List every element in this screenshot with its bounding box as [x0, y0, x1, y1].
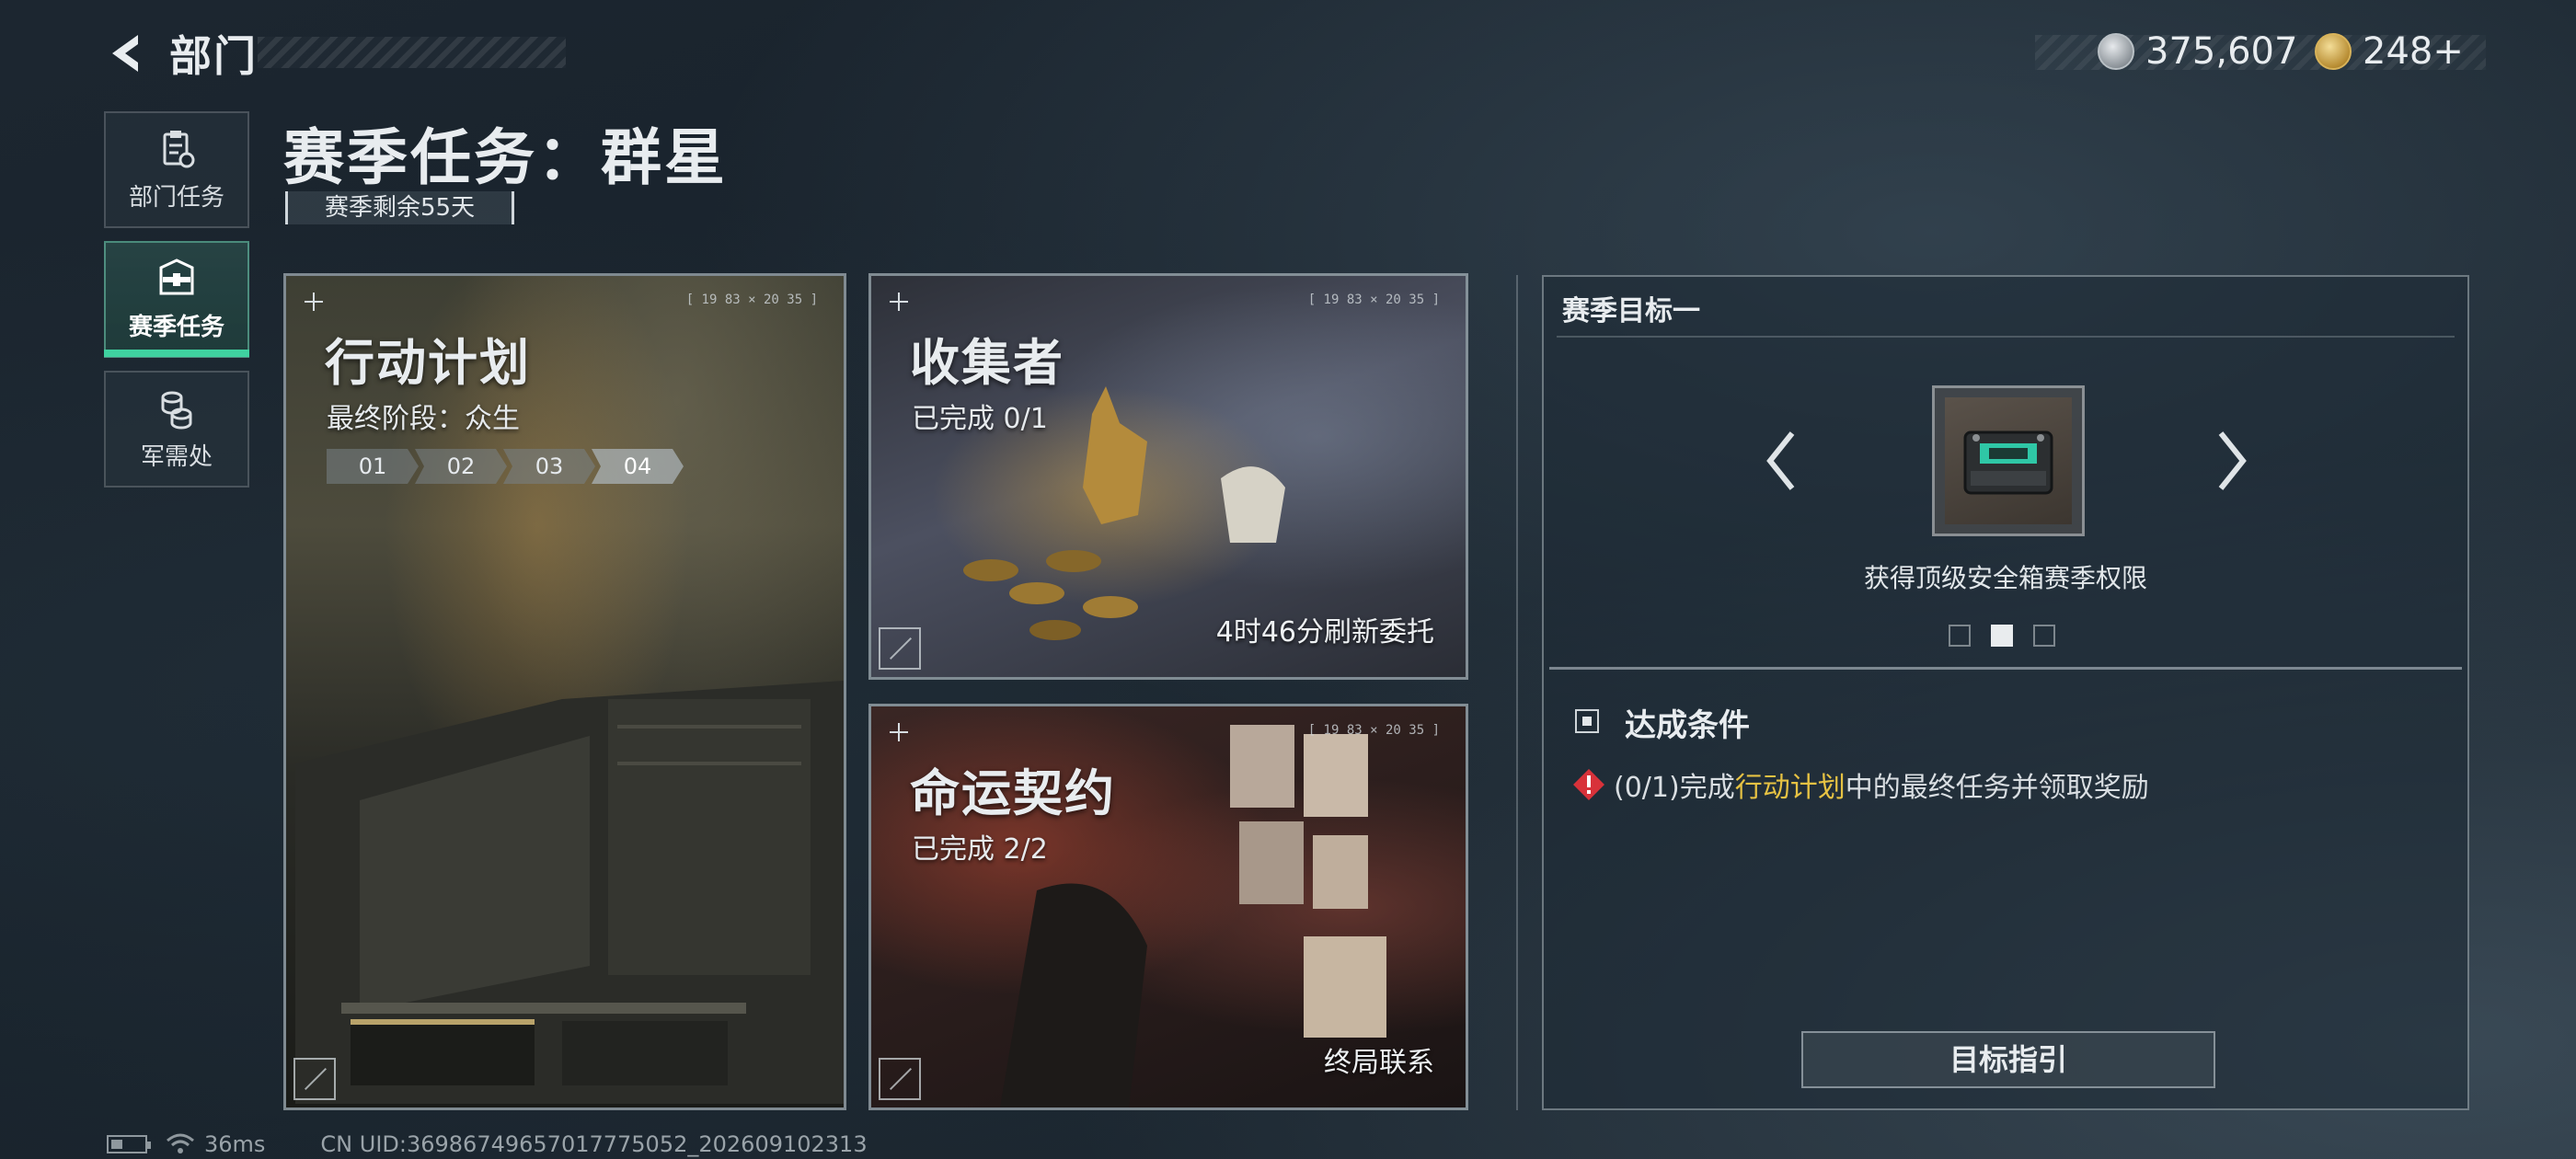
page-title: 赛季任务：群星 — [283, 122, 728, 193]
condition-suffix: 中的最终任务并领取奖励 — [1845, 772, 2149, 804]
next-goal-arrow-icon[interactable] — [2210, 424, 2256, 498]
card-subtitle: 已完成 2/2 — [912, 833, 1048, 866]
reward-label: 获得顶级安全箱赛季权限 — [1863, 563, 2147, 593]
card-coordinate-tag: [ 19 83 × 20 35 ] — [1307, 723, 1440, 738]
card-title: 行动计划 — [325, 334, 531, 392]
safe-box-icon — [1945, 397, 2072, 524]
condition-title: 达成条件 — [1625, 707, 1750, 744]
card-subtitle: 已完成 0/1 — [912, 403, 1048, 435]
warning-icon — [1573, 769, 1604, 800]
back-arrow-icon — [112, 35, 138, 72]
title-decoration — [258, 37, 566, 68]
card-title: 命运契约 — [910, 764, 1116, 822]
stage-progress: 01 02 03 04 — [327, 449, 684, 484]
silver-currency-value: 375,607 — [2145, 30, 2298, 73]
sidebar-item-department-tasks[interactable]: 部门任务 — [104, 111, 249, 228]
silver-coin-icon — [2098, 33, 2134, 70]
clipboard-icon — [163, 131, 195, 168]
page-dot-active[interactable] — [1991, 625, 2013, 647]
silver-currency: 375,607 — [2098, 26, 2297, 77]
card-coordinate-tag: [ 19 83 × 20 35 ] — [685, 293, 818, 307]
condition-prefix: (0/1)完成 — [1614, 772, 1735, 804]
sidebar-item-label: 赛季任务 — [128, 314, 224, 341]
divider — [1549, 667, 2462, 670]
refresh-timer: 4时46分刷新委托 — [1215, 616, 1434, 648]
battery-icon — [107, 1135, 151, 1153]
card-subtitle: 最终阶段：众生 — [327, 403, 520, 435]
panel-separator — [1516, 275, 1518, 1110]
goal-page-indicator — [1949, 625, 2055, 647]
expand-corner-icon — [293, 1058, 336, 1100]
season-remaining-badge: 赛季剩余55天 — [285, 191, 515, 224]
condition-marker-icon — [1575, 709, 1599, 733]
card-footer-label: 终局联系 — [1324, 1047, 1434, 1079]
gold-currency[interactable]: 248+ — [2315, 26, 2464, 77]
gold-currency-value: 248+ — [2363, 30, 2464, 73]
task-card-collector[interactable]: [ 19 83 × 20 35 ] 收集者 已完成 0/1 4时46分刷新委托 — [868, 273, 1468, 680]
stage-01: 01 — [327, 449, 419, 484]
sidebar-item-season-tasks[interactable]: 赛季任务 — [104, 241, 249, 358]
condition-item: (0/1)完成 行动计划 中的最终任务并领取奖励 — [1571, 764, 2149, 805]
stage-02: 02 — [415, 449, 507, 484]
condition-highlight-link[interactable]: 行动计划 — [1735, 764, 1846, 805]
prev-goal-arrow-icon[interactable] — [1757, 424, 1803, 498]
briefcase-icon — [159, 258, 194, 295]
card-coordinate-tag: [ 19 83 × 20 35 ] — [1307, 293, 1440, 307]
crosshair-marker — [305, 293, 323, 311]
task-card-fate-contract[interactable]: [ 19 83 × 20 35 ] 命运契约 已完成 2/2 终局联系 — [868, 704, 1468, 1110]
status-bar: 36ms CN UID:36986749657017775052_2026091… — [107, 1131, 868, 1157]
goal-guide-button[interactable]: 目标指引 — [1801, 1031, 2215, 1088]
building-illustration — [295, 681, 844, 1104]
sidebar-item-label: 部门任务 — [128, 184, 224, 212]
sidebar-item-label: 军需处 — [140, 443, 213, 471]
coin-stack-icon — [161, 391, 192, 430]
back-title: 部门 — [169, 31, 258, 81]
sidebar-item-quartermaster[interactable]: 军需处 — [104, 371, 249, 488]
active-tab-indicator — [104, 350, 249, 357]
back-button[interactable]: 部门 — [101, 26, 258, 81]
stage-03: 03 — [503, 449, 595, 484]
ping-value: 36ms — [204, 1131, 266, 1157]
gold-coin-icon — [2315, 33, 2352, 70]
card-title: 收集者 — [910, 334, 1064, 392]
expand-corner-icon — [879, 1058, 921, 1100]
season-goal-panel: 赛季目标一 获得顶级安全箱赛季权限 达成条件 (0/1)完成 行动计划 中的最终… — [1542, 275, 2469, 1110]
reward-item-frame[interactable] — [1932, 385, 2085, 536]
user-uid: CN UID:36986749657017775052_202609102313 — [320, 1131, 868, 1157]
crosshair-marker — [890, 723, 908, 741]
wifi-icon — [167, 1133, 194, 1153]
crosshair-marker — [890, 293, 908, 311]
stage-04: 04 — [592, 449, 684, 484]
panel-title: 赛季目标一 — [1562, 295, 1700, 327]
page-dot[interactable] — [2033, 625, 2055, 647]
page-dot[interactable] — [1949, 625, 1971, 647]
expand-corner-icon — [879, 627, 921, 670]
task-card-operation-plan[interactable]: [ 19 83 × 20 35 ] 行动计划 最终阶段：众生 01 02 03 … — [283, 273, 846, 1110]
divider — [1557, 336, 2455, 338]
